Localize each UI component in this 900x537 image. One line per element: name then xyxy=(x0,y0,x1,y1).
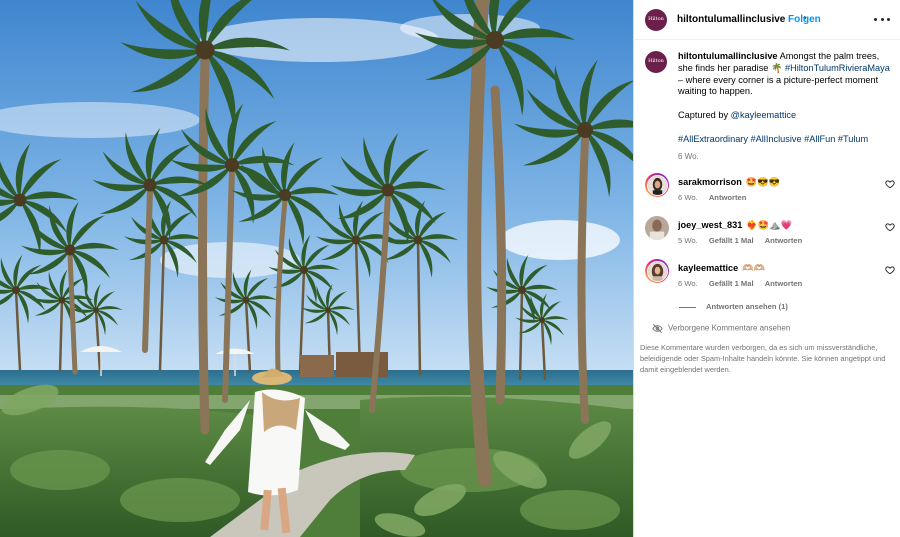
comment-text: 🫶🏼🫶🏼 xyxy=(742,263,766,273)
caption-age: 6 Wo. xyxy=(678,152,699,162)
comment-age: 6 Wo. xyxy=(678,279,698,288)
caption-mention[interactable]: @kayleemattice xyxy=(731,110,797,120)
comment-username[interactable]: sarakmorrison xyxy=(678,177,742,187)
comment-reply-button[interactable]: Antworten xyxy=(765,236,803,245)
caption-hashtag[interactable]: #AllInclusive xyxy=(751,134,802,144)
eye-off-icon xyxy=(652,324,663,333)
comment-likes[interactable]: Gefällt 1 Mal xyxy=(709,236,754,245)
avatar-logo-text: Hilton xyxy=(648,58,664,65)
caption-text-2: – where every corner is a picture-perfec… xyxy=(678,74,879,97)
comment-text: ❤️‍🔥🤩⛰️💗 xyxy=(746,220,793,230)
commenter-avatar[interactable] xyxy=(645,173,669,197)
more-options-icon[interactable] xyxy=(874,12,890,26)
caption-hashtag[interactable]: #AllExtraordinary xyxy=(678,134,748,144)
caption-text: hiltontulumallinclusive Amongst the palm… xyxy=(678,51,892,163)
view-replies-button[interactable]: Antworten ansehen (1) xyxy=(679,302,788,311)
post-side-panel: Hilton hiltontulumallinclusive • Folgen … xyxy=(633,0,900,537)
caption-hashtag[interactable]: #Tulum xyxy=(838,134,868,144)
comment-age: 6 Wo. xyxy=(678,193,698,202)
comment-item: joey_west_831 ❤️‍🔥🤩⛰️💗 5 Wo. Gefällt 1 Ma… xyxy=(645,216,895,250)
comment-likes[interactable]: Gefällt 1 Mal xyxy=(709,279,754,288)
comment-age: 5 Wo. xyxy=(678,236,698,245)
comment-reply-button[interactable]: Antworten xyxy=(765,279,803,288)
author-avatar[interactable]: Hilton xyxy=(645,9,667,31)
caption-username[interactable]: hiltontulumallinclusive xyxy=(678,51,778,61)
replies-divider xyxy=(679,306,696,308)
caption-hashtag[interactable]: #HiltonTulumRivieraMaya xyxy=(785,63,890,73)
author-username[interactable]: hiltontulumallinclusive xyxy=(677,14,785,25)
commenter-avatar[interactable] xyxy=(645,259,669,283)
post-header: Hilton hiltontulumallinclusive • Folgen xyxy=(634,0,900,40)
post-photo-image xyxy=(0,0,633,537)
heart-outline-icon[interactable] xyxy=(885,179,895,189)
comment-item: sarakmorrison 🤩😎😎 6 Wo. Antworten xyxy=(645,173,895,207)
caption-hashtag[interactable]: #AllFun xyxy=(804,134,835,144)
comment-text: 🤩😎😎 xyxy=(745,177,781,187)
view-replies-label: Antworten ansehen (1) xyxy=(706,302,788,311)
caption-author-avatar[interactable]: Hilton xyxy=(645,51,667,73)
post-photo[interactable] xyxy=(0,0,633,537)
hidden-comments-label: Verborgene Kommentare ansehen xyxy=(668,323,791,333)
heart-outline-icon[interactable] xyxy=(885,265,895,275)
hidden-comments-note: Diese Kommentare wurden verborgen, da es… xyxy=(640,343,886,374)
comment-username[interactable]: kayleemattice xyxy=(678,263,738,273)
heart-outline-icon[interactable] xyxy=(885,222,895,232)
comment-reply-button[interactable]: Antworten xyxy=(709,193,747,202)
comment-item: kayleemattice 🫶🏼🫶🏼 6 Wo. Gefällt 1 Mal An… xyxy=(645,259,895,293)
commenter-avatar[interactable] xyxy=(645,216,669,240)
captured-by-label: Captured by xyxy=(678,109,729,120)
avatar-logo-text: Hilton xyxy=(648,16,664,23)
follow-button[interactable]: Folgen xyxy=(788,14,821,25)
view-hidden-comments-button[interactable]: Verborgene Kommentare ansehen xyxy=(652,323,790,334)
comment-username[interactable]: joey_west_831 xyxy=(678,220,742,230)
